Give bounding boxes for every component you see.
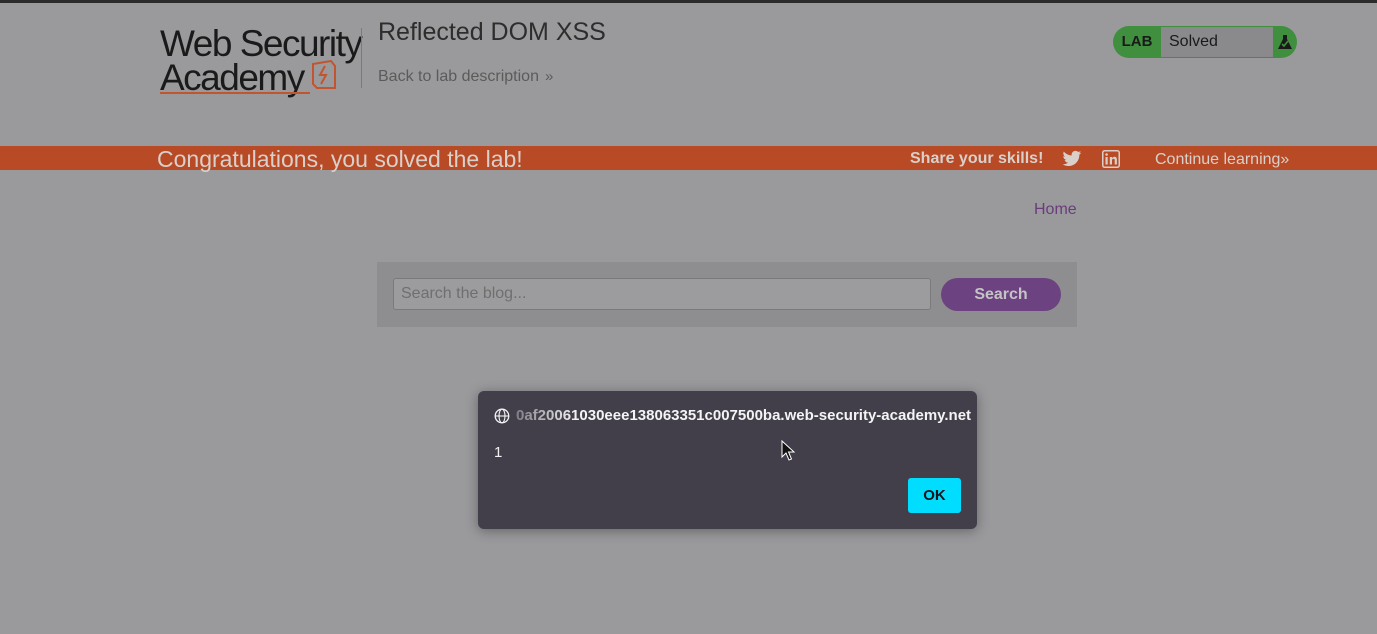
continue-learning-label: Continue learning — [1155, 151, 1281, 168]
header-divider — [361, 28, 362, 88]
dialog-origin: 0af20061030eee138063351c007500ba.web-sec… — [516, 407, 972, 424]
web-security-academy-logo[interactable]: Web Security Academy — [160, 24, 363, 98]
lab-label: LAB — [1121, 33, 1153, 50]
lab-status-badge: LAB Solved — [1113, 26, 1297, 58]
logo-underline — [160, 92, 310, 94]
lab-title: Reflected DOM XSS — [378, 18, 606, 46]
double-chevron-right-icon: » — [544, 68, 554, 85]
dialog-message: 1 — [494, 444, 503, 461]
twitter-icon[interactable] — [1062, 150, 1082, 168]
logo-mark-icon — [312, 60, 336, 89]
continue-learning-link[interactable]: Continue learning» — [1155, 151, 1289, 169]
double-chevron-right-icon: » — [1280, 151, 1290, 168]
search-button[interactable]: Search — [941, 278, 1061, 311]
congratulations-message: Congratulations, you solved the lab! — [157, 146, 523, 172]
ok-button[interactable]: OK — [908, 478, 961, 513]
logo-line2: Academy — [160, 57, 305, 98]
nav-home-link[interactable]: Home — [1034, 201, 1077, 219]
globe-icon — [494, 408, 510, 424]
mouse-cursor-icon — [781, 440, 795, 461]
window-top-border — [0, 0, 1377, 3]
alert-dialog: 0af20061030eee138063351c007500ba.web-sec… — [478, 391, 977, 529]
back-to-lab-description-link[interactable]: Back to lab description » — [378, 68, 553, 86]
lab-status-text: Solved — [1161, 27, 1273, 57]
flask-icon — [1278, 35, 1292, 49]
back-link-label: Back to lab description — [378, 68, 539, 85]
search-input[interactable] — [393, 278, 931, 310]
share-label: Share your skills! — [910, 150, 1044, 167]
linkedin-icon[interactable] — [1102, 150, 1120, 168]
